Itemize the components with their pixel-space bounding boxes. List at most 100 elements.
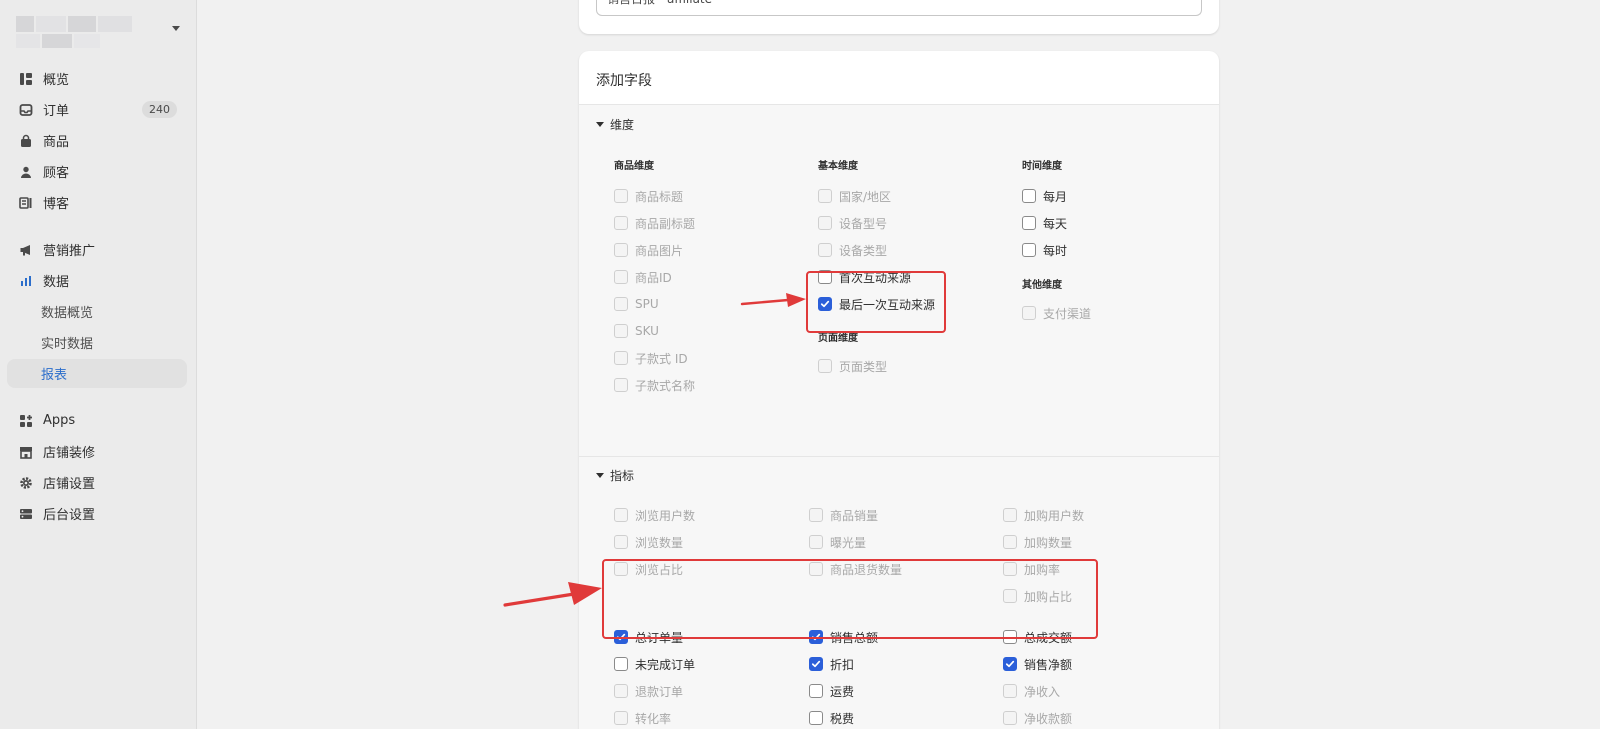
field-checkbox: 子款式名称 xyxy=(614,377,695,393)
checkbox-label: 页面类型 xyxy=(839,359,888,374)
checkbox-box[interactable] xyxy=(809,684,823,698)
field-checkbox: 退款订单 xyxy=(614,683,683,699)
field-checkbox[interactable]: 销售净额 xyxy=(1003,656,1072,672)
nav-item-customers[interactable]: 顾客 xyxy=(7,157,187,186)
dimensions-toggle[interactable]: 维度 xyxy=(596,116,634,133)
field-checkbox[interactable]: 税费 xyxy=(809,710,854,726)
checkbox-box[interactable] xyxy=(614,657,628,671)
nav-item-blog[interactable]: 博客 xyxy=(7,188,187,217)
checkbox-label: 净收款额 xyxy=(1024,711,1073,726)
nav-item-overview[interactable]: 概览 xyxy=(7,64,187,93)
metrics-toggle[interactable]: 指标 xyxy=(596,467,634,484)
person-icon xyxy=(18,164,34,180)
checkbox-box xyxy=(1003,711,1017,725)
sidebar: 概览 订单 240 商品 顾客 博客 营销推广 数据 数据概览 实时数据 报表 … xyxy=(0,0,197,729)
field-checkbox: 商品图片 xyxy=(614,242,683,258)
nav-label: 店铺设置 xyxy=(43,477,96,492)
apps-icon xyxy=(18,413,34,429)
caret-down-icon xyxy=(596,122,604,127)
checkbox-box xyxy=(1022,306,1036,320)
checkbox-label: 商品副标题 xyxy=(635,216,696,231)
checkbox-box[interactable] xyxy=(1022,189,1036,203)
field-checkbox: 净收入 xyxy=(1003,683,1060,699)
checkbox-box[interactable] xyxy=(1022,216,1036,230)
nav-item-admin-settings[interactable]: 后台设置 xyxy=(7,499,187,528)
field-checkbox[interactable]: 每时 xyxy=(1022,242,1067,258)
checkbox-label: 转化率 xyxy=(635,711,672,726)
annotation-highlight-box xyxy=(602,559,1098,639)
checkbox-box xyxy=(809,535,823,549)
field-checkbox: 曝光量 xyxy=(809,534,866,550)
checkbox-label: 销售净额 xyxy=(1024,657,1073,672)
nav-label: 顾客 xyxy=(43,166,70,181)
checkbox-box xyxy=(614,270,628,284)
group-heading: 其他维度 xyxy=(1022,280,1062,291)
checkbox-checked-icon[interactable] xyxy=(1003,657,1017,671)
checkbox-label: 折扣 xyxy=(830,657,855,672)
checkbox-label: 曝光量 xyxy=(830,535,867,550)
field-checkbox: 设备型号 xyxy=(818,215,887,231)
checkbox-label: 商品标题 xyxy=(635,189,684,204)
field-checkbox[interactable]: 每月 xyxy=(1022,188,1067,204)
checkbox-label: 每时 xyxy=(1043,243,1068,258)
nav-item-products[interactable]: 商品 xyxy=(7,126,187,155)
nav-item-store-settings[interactable]: 店铺设置 xyxy=(7,468,187,497)
checkbox-box xyxy=(818,216,832,230)
section-label: 指标 xyxy=(610,469,635,483)
field-checkbox: SKU xyxy=(614,323,659,339)
checkbox-box xyxy=(614,351,628,365)
nav-label: 数据概览 xyxy=(41,306,94,321)
checkbox-label: 每月 xyxy=(1043,189,1068,204)
annotation-highlight-box xyxy=(806,271,946,333)
checkbox-label: 未完成订单 xyxy=(635,657,696,672)
field-checkbox[interactable]: 未完成订单 xyxy=(614,656,695,672)
store-switcher[interactable] xyxy=(16,14,186,54)
checkbox-label: 净收入 xyxy=(1024,684,1061,699)
field-checkbox[interactable]: 运费 xyxy=(809,683,854,699)
checkbox-box xyxy=(614,243,628,257)
checkbox-label: 加购用户数 xyxy=(1024,508,1085,523)
checkbox-box xyxy=(614,216,628,230)
nav-item-analytics[interactable]: 数据 xyxy=(7,266,187,295)
report-name-card: 销售日报 - affiliate xyxy=(579,0,1219,34)
storefront-icon xyxy=(18,444,34,460)
nav-subitem-data-overview[interactable]: 数据概览 xyxy=(7,297,187,326)
nav-item-orders[interactable]: 订单 240 xyxy=(7,95,187,124)
nav-label: 博客 xyxy=(43,197,70,212)
section-label: 维度 xyxy=(610,118,635,132)
chevron-down-icon[interactable] xyxy=(172,26,180,31)
checkbox-label: 国家/地区 xyxy=(839,189,892,204)
nav-subitem-reports[interactable]: 报表 xyxy=(7,359,187,388)
nav-subitem-realtime[interactable]: 实时数据 xyxy=(7,328,187,357)
checkbox-box xyxy=(614,297,628,311)
blog-icon xyxy=(18,195,34,211)
field-checkbox[interactable]: 每天 xyxy=(1022,215,1067,231)
nav-item-apps[interactable]: Apps xyxy=(7,406,187,435)
field-checkbox: 净收款额 xyxy=(1003,710,1072,726)
field-checkbox: 支付渠道 xyxy=(1022,305,1091,321)
report-name-input[interactable]: 销售日报 - affiliate xyxy=(596,0,1202,16)
gear-icon xyxy=(18,475,34,491)
nav-label: 实时数据 xyxy=(41,337,94,352)
checkbox-label: SPU xyxy=(635,297,659,311)
field-checkbox[interactable]: 折扣 xyxy=(809,656,854,672)
nav-item-marketing[interactable]: 营销推广 xyxy=(7,235,187,264)
checkbox-box xyxy=(614,535,628,549)
checkbox-label: 设备型号 xyxy=(839,216,888,231)
field-checkbox: SPU xyxy=(614,296,659,312)
checkbox-label: 设备类型 xyxy=(839,243,888,258)
nav-item-online-store[interactable]: 店铺装修 xyxy=(7,437,187,466)
field-checkbox: 子款式 ID xyxy=(614,350,688,366)
caret-down-icon xyxy=(596,473,604,478)
checkbox-box xyxy=(809,508,823,522)
nav-label: 商品 xyxy=(43,135,70,150)
checkbox-box[interactable] xyxy=(1022,243,1036,257)
checkbox-label: 退款订单 xyxy=(635,684,684,699)
checkbox-label: 子款式 ID xyxy=(635,351,688,366)
group-heading: 商品维度 xyxy=(614,161,654,172)
group-heading: 时间维度 xyxy=(1022,161,1062,172)
nav-label: 订单 xyxy=(43,104,70,119)
checkbox-checked-icon[interactable] xyxy=(809,657,823,671)
field-checkbox: 浏览数量 xyxy=(614,534,683,550)
checkbox-box[interactable] xyxy=(809,711,823,725)
